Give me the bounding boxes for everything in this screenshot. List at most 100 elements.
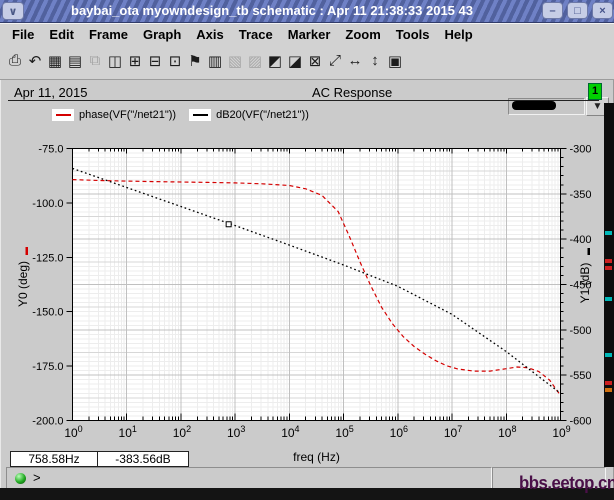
menu-zoom[interactable]: Zoom — [345, 27, 380, 42]
legend-label: phase(VF("/net21")) — [79, 109, 177, 121]
undo-icon: ↶ — [28, 52, 42, 70]
new-subwindow-button[interactable]: ⊞ — [126, 49, 144, 72]
background-wire-fragment — [605, 266, 612, 270]
watermark: bbs.eetop.cn — [519, 473, 614, 493]
new-subwindow-icon: ⊞ — [128, 52, 142, 70]
strip-layout-button[interactable]: ▤ — [66, 49, 84, 72]
subwindow-title-button[interactable]: ⊟ — [146, 49, 164, 72]
zoom-fit-button[interactable]: ⤢ — [326, 49, 344, 72]
print-button[interactable]: ⎙ — [6, 49, 24, 72]
svg-text:-600: -600 — [570, 416, 592, 428]
menu-file[interactable]: File — [12, 27, 34, 42]
menu-tools[interactable]: Tools — [396, 27, 430, 42]
marker-x-readout: 758.58Hz — [10, 451, 98, 467]
menu-frame[interactable]: Frame — [89, 27, 128, 42]
background-wire-fragment — [605, 388, 612, 392]
chevron-down-icon: ▼ — [592, 101, 603, 112]
legend-color-dash — [192, 114, 208, 116]
minimize-button[interactable]: – — [542, 2, 563, 19]
svg-text:108: 108 — [498, 424, 516, 440]
background-wire-fragment — [605, 259, 612, 263]
undo-button[interactable]: ↶ — [26, 49, 44, 72]
close-button[interactable]: × — [592, 2, 613, 19]
trace-marker[interactable] — [225, 221, 232, 228]
command-prompt[interactable]: > — [33, 470, 41, 485]
data-table-button[interactable]: ▥ — [206, 49, 224, 72]
status-led-icon — [15, 473, 26, 484]
menu-graph[interactable]: Graph — [143, 27, 181, 42]
background-wire-fragment — [605, 231, 612, 235]
y1-axis-color-tick — [587, 248, 590, 255]
menu-axis[interactable]: Axis — [196, 27, 223, 42]
toolbar: ⎙ ↶ ▦ ▤ ⧉ ◫ ⊞ ⊟ ⊡ ⚑ ▥ ▧ ▨ ◩ ◪ ⊠ ⤢ ↔ ↕ ▣ ▼ — [0, 44, 614, 116]
grid-button[interactable]: ▦ — [46, 49, 64, 72]
maximize-icon: □ — [574, 4, 581, 17]
plot-background[interactable] — [72, 148, 561, 421]
menu-edit[interactable]: Edit — [49, 27, 74, 42]
svg-text:106: 106 — [390, 424, 408, 440]
window-menu-button[interactable]: ∨ — [2, 2, 24, 20]
data-table-icon: ▥ — [207, 52, 223, 70]
menu-marker[interactable]: Marker — [288, 27, 331, 42]
background-window-edge — [604, 103, 614, 467]
svg-text:-400: -400 — [570, 234, 592, 246]
menu-trace[interactable]: Trace — [239, 27, 273, 42]
shrink-window-icon: ⊡ — [168, 52, 182, 70]
zoom-x-button[interactable]: ↔ — [346, 49, 364, 72]
x-axis-title: freq (Hz) — [293, 450, 340, 464]
invert-background-icon: ◪ — [287, 52, 303, 70]
marker-icon: ⚑ — [188, 52, 202, 70]
zoom-y-icon: ↕ — [371, 52, 379, 69]
waveform-window: ∨ baybai_ota myowndesign_tb schematic : … — [0, 0, 614, 500]
svg-text:105: 105 — [335, 424, 353, 440]
minimize-icon: – — [549, 4, 556, 17]
strip-plot-button: ▧ — [226, 49, 244, 72]
background-wire-fragment — [605, 353, 612, 357]
header-divider — [8, 100, 599, 101]
marker-button[interactable]: ⚑ — [186, 49, 204, 72]
legend-entry[interactable]: dB20(VF("/net21")) — [189, 109, 309, 121]
svg-text:107: 107 — [444, 424, 462, 440]
composite-plot-icon: ▨ — [247, 52, 263, 70]
copy-window-icon: ⧉ — [89, 52, 101, 69]
legend-entry[interactable]: phase(VF("/net21")) — [52, 109, 176, 121]
menu-help[interactable]: Help — [444, 27, 472, 42]
svg-text:-150.0: -150.0 — [32, 307, 63, 319]
svg-text:100: 100 — [64, 424, 82, 440]
window-number-badge: 1 — [588, 83, 602, 100]
copy-window-button: ⧉ — [86, 49, 104, 72]
invert-foreground-button[interactable]: ◩ — [266, 49, 284, 72]
fit-all-button[interactable]: ▣ — [386, 49, 404, 72]
svg-text:-200.0: -200.0 — [32, 416, 63, 428]
invert-foreground-icon: ◩ — [267, 52, 283, 70]
background-wire-fragment — [605, 297, 612, 301]
svg-text:-100.0: -100.0 — [32, 198, 63, 210]
chevron-down-icon: ∨ — [8, 5, 18, 18]
svg-text:-125.0: -125.0 — [32, 252, 63, 264]
zoom-x-icon: ↔ — [347, 52, 363, 69]
toolbar-icons: ⎙ ↶ ▦ ▤ ⧉ ◫ ⊞ ⊟ ⊡ ⚑ ▥ ▧ ▨ ◩ ◪ ⊠ ⤢ ↔ ↕ ▣ — [6, 49, 404, 72]
plot-title: AC Response — [312, 85, 393, 100]
calculator-icon: ⊠ — [308, 52, 322, 70]
plot-date: Apr 11, 2015 — [14, 85, 88, 100]
svg-text:-500: -500 — [570, 325, 592, 337]
svg-text:109: 109 — [552, 424, 570, 440]
calculator-button[interactable]: ⊠ — [306, 49, 324, 72]
svg-text:101: 101 — [119, 424, 137, 440]
invert-background-button[interactable]: ◪ — [286, 49, 304, 72]
strip-plot-icon: ▧ — [227, 52, 243, 70]
svg-text:-550: -550 — [570, 370, 592, 382]
composite-plot-button: ▨ — [246, 49, 264, 72]
maximize-button[interactable]: □ — [567, 2, 588, 19]
svg-text:-75.0: -75.0 — [38, 144, 63, 156]
fit-all-icon: ▣ — [387, 52, 403, 70]
zoom-y-button[interactable]: ↕ — [366, 49, 384, 72]
y0-axis-color-tick — [25, 247, 28, 255]
legend-swatch — [189, 109, 212, 121]
background-wire-fragment — [605, 381, 612, 385]
status-bar: > — [6, 467, 492, 489]
titlebar[interactable]: ∨ baybai_ota myowndesign_tb schematic : … — [0, 0, 614, 23]
split-window-button[interactable]: ◫ — [106, 49, 124, 72]
svg-text:-450: -450 — [570, 280, 592, 292]
shrink-window-button[interactable]: ⊡ — [166, 49, 184, 72]
